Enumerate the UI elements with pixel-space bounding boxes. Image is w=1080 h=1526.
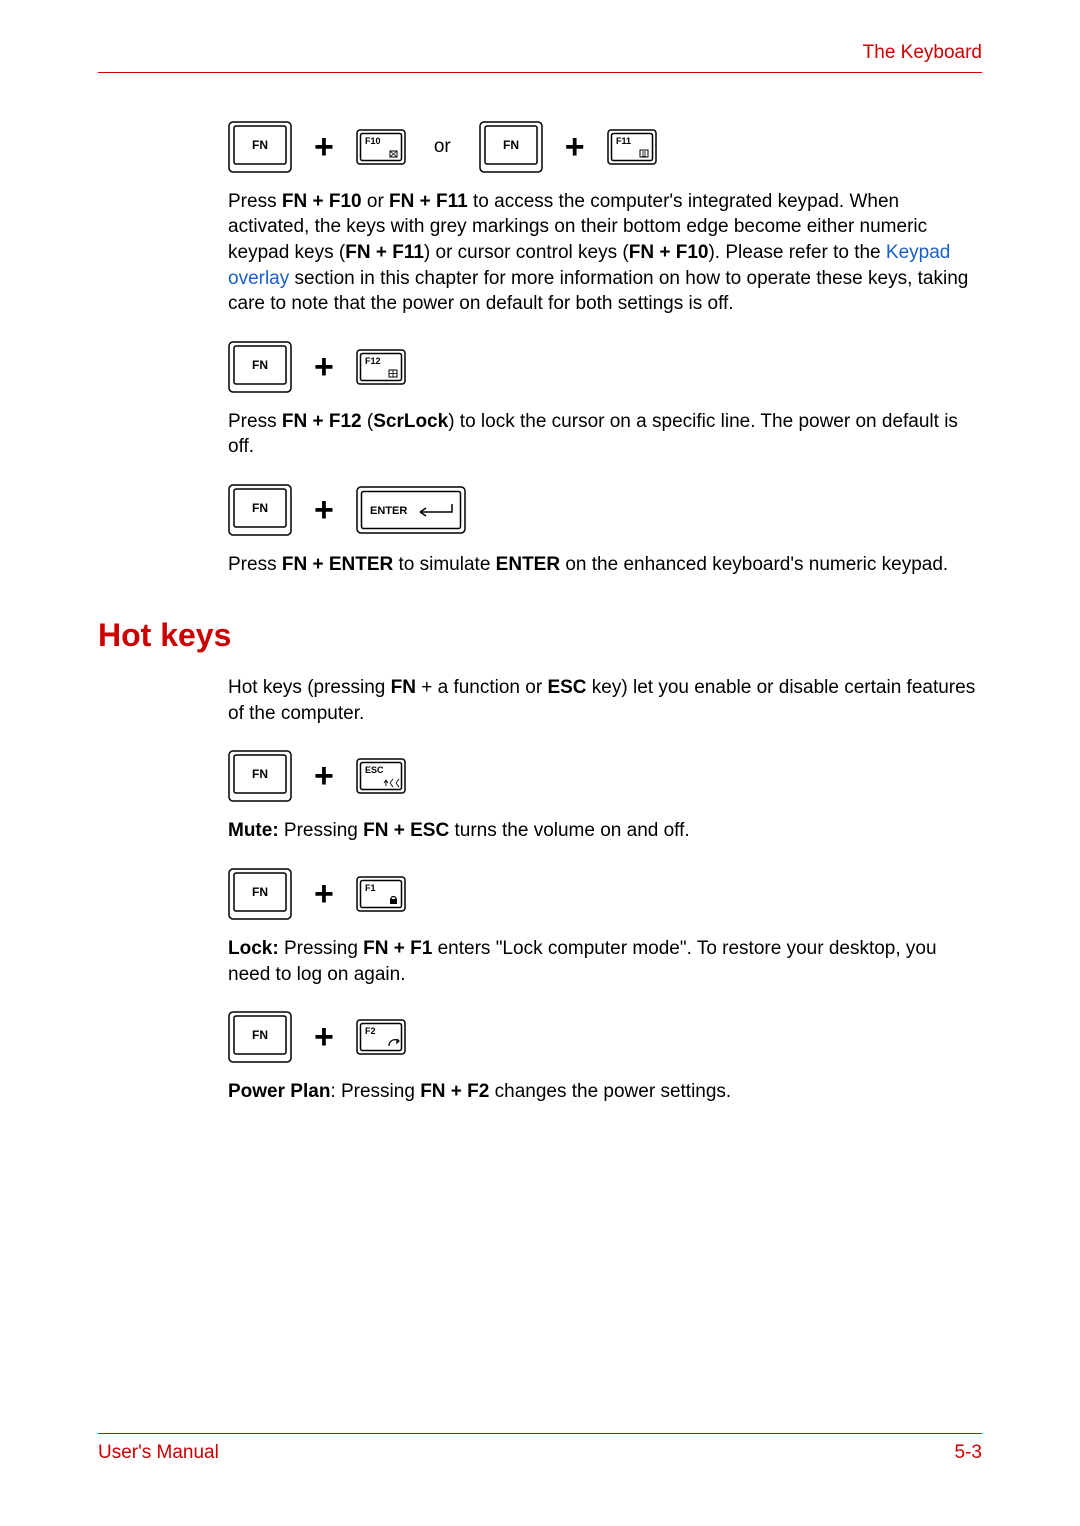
bold: FN + ENTER bbox=[282, 554, 393, 575]
text: Press bbox=[228, 411, 282, 432]
text: + a function or bbox=[416, 677, 548, 698]
fn-key-icon: FN bbox=[228, 750, 292, 802]
bold: FN + F10 bbox=[282, 191, 362, 212]
f2-label: F2 bbox=[365, 1026, 376, 1036]
enter-key-icon: ENTER bbox=[356, 486, 466, 534]
header-title: The Keyboard bbox=[863, 42, 982, 63]
f12-key-icon: F12 bbox=[356, 349, 406, 385]
paragraph-fn-f10-f11: Press FN + F10 or FN + F11 to access the… bbox=[228, 189, 982, 317]
fn-label: FN bbox=[252, 501, 268, 515]
bold: FN + ESC bbox=[363, 820, 449, 841]
f11-label: F11 bbox=[616, 136, 631, 146]
text: Hot keys (pressing bbox=[228, 677, 391, 698]
paragraph-fn-f12: Press FN + F12 (ScrLock) to lock the cur… bbox=[228, 409, 982, 460]
bold: FN + F10 bbox=[629, 242, 709, 263]
combo-fn-enter: FN + ENTER bbox=[228, 484, 982, 536]
text: ( bbox=[362, 411, 374, 432]
fn-key-icon: FN bbox=[479, 121, 543, 173]
footer-left: User's Manual bbox=[98, 1440, 219, 1466]
combo-fn-esc: FN + ESC bbox=[228, 750, 982, 802]
bold: FN + F2 bbox=[420, 1081, 489, 1102]
f12-label: F12 bbox=[365, 356, 381, 366]
f2-key-icon: F2 bbox=[356, 1019, 406, 1055]
page: The Keyboard FN + F10 bbox=[0, 0, 1080, 1526]
text: ) or cursor control keys ( bbox=[424, 242, 629, 263]
plus-icon: + bbox=[565, 130, 585, 164]
text: or bbox=[362, 191, 389, 212]
page-header: The Keyboard bbox=[98, 40, 982, 73]
or-label: or bbox=[434, 134, 451, 160]
fn-label: FN bbox=[503, 138, 519, 152]
text: on the enhanced keyboard's numeric keypa… bbox=[560, 554, 948, 575]
f1-key-icon: F1 bbox=[356, 876, 406, 912]
plus-icon: + bbox=[314, 1020, 334, 1054]
bold: ScrLock bbox=[373, 411, 448, 432]
bold: FN + F11 bbox=[389, 191, 468, 212]
fn-key-icon: FN bbox=[228, 484, 292, 536]
esc-key-icon: ESC bbox=[356, 758, 406, 794]
paragraph-powerplan: Power Plan: Pressing FN + F2 changes the… bbox=[228, 1079, 982, 1105]
fn-key-icon: FN bbox=[228, 1011, 292, 1063]
paragraph-lock: Lock: Pressing FN + F1 enters "Lock comp… bbox=[228, 936, 982, 987]
text: changes the power settings. bbox=[489, 1081, 731, 1102]
f10-key-icon: F10 bbox=[356, 129, 406, 165]
bold: ESC bbox=[547, 677, 586, 698]
text: : Pressing bbox=[330, 1081, 420, 1102]
fn-key-icon: FN bbox=[228, 341, 292, 393]
combo-fn-f10-f11: FN + F10 or FN bbox=[228, 121, 982, 173]
plus-icon: + bbox=[314, 759, 334, 793]
fn-key-icon: FN bbox=[228, 868, 292, 920]
bold: FN + F11 bbox=[345, 242, 424, 263]
text: Press bbox=[228, 554, 282, 575]
f10-label: F10 bbox=[365, 136, 381, 146]
combo-fn-f1: FN + F1 bbox=[228, 868, 982, 920]
f1-label: F1 bbox=[365, 883, 376, 893]
esc-label: ESC bbox=[365, 765, 384, 775]
paragraph-fn-enter: Press FN + ENTER to simulate ENTER on th… bbox=[228, 552, 982, 578]
bold: Mute: bbox=[228, 820, 279, 841]
plus-icon: + bbox=[314, 350, 334, 384]
fn-label: FN bbox=[252, 885, 268, 899]
text: Press bbox=[228, 191, 282, 212]
fn-label: FN bbox=[252, 767, 268, 781]
bold: FN + F1 bbox=[363, 938, 432, 959]
text: to simulate bbox=[393, 554, 495, 575]
fn-label: FN bbox=[252, 1028, 268, 1042]
plus-icon: + bbox=[314, 130, 334, 164]
bold: ENTER bbox=[496, 554, 560, 575]
bold: FN bbox=[391, 677, 416, 698]
fn-label: FN bbox=[252, 138, 268, 152]
bold: FN + F12 bbox=[282, 411, 362, 432]
plus-icon: + bbox=[314, 877, 334, 911]
text: Pressing bbox=[279, 820, 363, 841]
fn-key-icon: FN bbox=[228, 121, 292, 173]
plus-icon: + bbox=[314, 493, 334, 527]
text: section in this chapter for more informa… bbox=[228, 268, 968, 315]
hot-keys-heading: Hot keys bbox=[98, 614, 982, 657]
fn-label: FN bbox=[252, 358, 268, 372]
paragraph-mute: Mute: Pressing FN + ESC turns the volume… bbox=[228, 818, 982, 844]
bold: Lock: bbox=[228, 938, 279, 959]
paragraph-hotkeys-intro: Hot keys (pressing FN + a function or ES… bbox=[228, 675, 982, 726]
text: turns the volume on and off. bbox=[449, 820, 689, 841]
enter-label: ENTER bbox=[370, 505, 407, 517]
text: Pressing bbox=[279, 938, 363, 959]
combo-fn-f2: FN + F2 bbox=[228, 1011, 982, 1063]
page-footer: User's Manual 5-3 bbox=[98, 1433, 982, 1466]
text: ). Please refer to the bbox=[708, 242, 885, 263]
page-content: FN + F10 or FN bbox=[228, 121, 982, 1105]
bold: Power Plan bbox=[228, 1081, 330, 1102]
footer-right: 5-3 bbox=[955, 1440, 982, 1466]
f11-key-icon: F11 bbox=[607, 129, 657, 165]
combo-fn-f12: FN + F12 bbox=[228, 341, 982, 393]
